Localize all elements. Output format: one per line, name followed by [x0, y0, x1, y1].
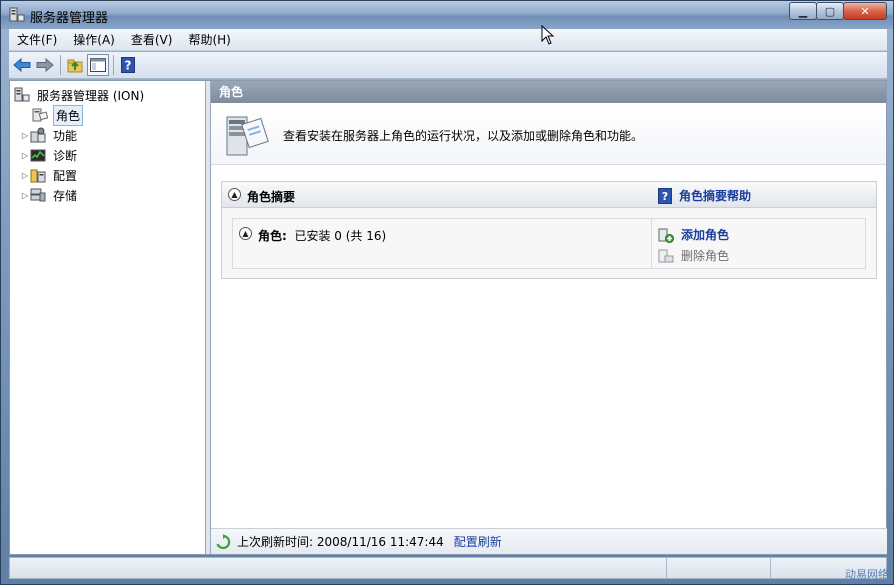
- menu-file[interactable]: 文件(F): [9, 29, 65, 51]
- roles-summary-section: ▲ 角色摘要 ? 角色摘要帮助 ▲ 角色: 已安装 0 (共 16) 添加角色 …: [221, 181, 877, 279]
- remove-roles-icon: [658, 249, 674, 262]
- maximize-button[interactable]: ▢: [816, 2, 844, 20]
- tree-item-features[interactable]: ▷ 功能: [10, 125, 205, 145]
- tree-item-storage[interactable]: ▷ 存储: [10, 185, 205, 205]
- diagnostics-icon: [30, 147, 48, 163]
- roles-count: 角色: 已安装 0 (共 16): [258, 227, 386, 244]
- up-level-button[interactable]: [64, 54, 86, 76]
- tree-root-label: 服务器管理器 (ION): [37, 88, 145, 103]
- forward-button[interactable]: [34, 54, 56, 76]
- chevron-up-icon: ▲: [242, 229, 249, 238]
- server-manager-icon: [9, 7, 25, 22]
- console-tree-icon: [90, 58, 106, 72]
- back-button[interactable]: [11, 54, 33, 76]
- roles-large-icon: [226, 116, 269, 156]
- roles-summary-header: ▲ 角色摘要 ? 角色摘要帮助: [222, 182, 876, 208]
- refresh-icon: [216, 533, 231, 549]
- configure-refresh-link[interactable]: 配置刷新: [454, 533, 502, 550]
- page-description: 查看安装在服务器上角色的运行状况，以及添加或删除角色和功能。: [283, 129, 644, 143]
- menu-view[interactable]: 查看(V): [123, 29, 181, 51]
- tree-root[interactable]: 服务器管理器 (ION): [10, 85, 205, 105]
- help-icon: ?: [121, 57, 135, 73]
- folder-up-icon: [67, 59, 83, 73]
- roles-summary-title: 角色摘要: [247, 190, 296, 204]
- forward-arrow-icon: [36, 58, 54, 72]
- remove-roles-label: 删除角色: [681, 249, 730, 263]
- watermark: 动易网络: [845, 568, 889, 581]
- minimize-button[interactable]: ▁: [789, 2, 817, 20]
- tree-item-roles[interactable]: 角色: [10, 104, 205, 126]
- window-title: 服务器管理器: [30, 11, 109, 26]
- expand-arrow-icon[interactable]: ▷: [20, 171, 30, 180]
- status-segment: [770, 558, 771, 578]
- tree-item-label: 角色: [53, 104, 84, 126]
- toolbar: ?: [9, 52, 887, 79]
- roles-count-value: 已安装 0 (共 16): [294, 229, 387, 243]
- server-icon: [14, 87, 32, 103]
- menu-action[interactable]: 操作(A): [65, 29, 123, 51]
- add-roles-label: 添加角色: [681, 228, 730, 242]
- collapse-roles-button[interactable]: ▲: [239, 227, 252, 240]
- maximize-icon: ▢: [824, 4, 836, 18]
- roles-summary-help-link[interactable]: ? 角色摘要帮助: [658, 187, 751, 204]
- add-roles-action[interactable]: 添加角色: [652, 224, 865, 245]
- storage-icon: [30, 187, 48, 203]
- roles-detail-box: ▲ 角色: 已安装 0 (共 16) 添加角色 删除角色: [232, 218, 866, 269]
- expand-arrow-icon[interactable]: ▷: [20, 191, 30, 200]
- roles-actions: 添加角色 删除角色: [651, 219, 865, 268]
- chevron-up-icon: ▲: [231, 190, 238, 199]
- refresh-footer: 上次刷新时间: 2008/11/16 11:47:44 配置刷新: [211, 528, 887, 554]
- server-manager-window: 服务器管理器 ▁ ▢ ✕ 文件(F) 操作(A) 查看(V) 帮助(H) ? 服…: [0, 0, 894, 585]
- remove-roles-action[interactable]: 删除角色: [652, 245, 865, 266]
- title-bar[interactable]: 服务器管理器 ▁ ▢ ✕: [1, 1, 893, 29]
- close-icon: ✕: [860, 4, 870, 18]
- menu-bar: 文件(F) 操作(A) 查看(V) 帮助(H): [9, 29, 887, 51]
- toolbar-separator: [60, 55, 61, 75]
- tree-item-diagnostics[interactable]: ▷ 诊断: [10, 145, 205, 165]
- add-roles-icon: [658, 228, 674, 243]
- back-arrow-icon: [13, 58, 31, 72]
- tree-item-label: 配置: [53, 168, 78, 183]
- collapse-summary-button[interactable]: ▲: [228, 188, 241, 201]
- configuration-icon: [30, 167, 48, 183]
- mouse-cursor-icon: [541, 25, 555, 45]
- show-hide-console-tree-button[interactable]: [87, 54, 109, 76]
- help-button[interactable]: ?: [117, 54, 139, 76]
- toolbar-separator: [113, 55, 114, 75]
- status-bar: [9, 557, 887, 579]
- minimize-icon: ▁: [798, 4, 808, 18]
- tree-item-configuration[interactable]: ▷ 配置: [10, 165, 205, 185]
- client-area: 服务器管理器 (ION) 角色 ▷ 功能 ▷ 诊断 ▷ 配置 ▷ 存储 角色 查…: [9, 80, 887, 555]
- roles-icon: [32, 107, 50, 123]
- expand-arrow-icon[interactable]: ▷: [20, 131, 30, 140]
- expand-arrow-icon[interactable]: ▷: [20, 151, 30, 160]
- content-pane: 角色 查看安装在服务器上角色的运行状况，以及添加或删除角色和功能。 ▲ 角色摘要…: [210, 81, 887, 554]
- status-segment: [666, 558, 667, 578]
- console-tree: 服务器管理器 (ION) 角色 ▷ 功能 ▷ 诊断 ▷ 配置 ▷ 存储: [10, 81, 206, 554]
- window-controls: ▁ ▢ ✕: [789, 2, 887, 20]
- last-refresh-time: 上次刷新时间: 2008/11/16 11:47:44: [237, 535, 444, 549]
- roles-count-label: 角色:: [258, 229, 287, 243]
- tree-item-label: 存储: [53, 188, 78, 203]
- content-header: 角色: [211, 81, 886, 103]
- close-button[interactable]: ✕: [843, 2, 887, 20]
- tree-item-label: 功能: [53, 128, 78, 143]
- menu-help[interactable]: 帮助(H): [180, 29, 238, 51]
- tree-item-label: 诊断: [53, 148, 78, 163]
- description-band: 查看安装在服务器上角色的运行状况，以及添加或删除角色和功能。: [211, 103, 886, 165]
- svg-text:?: ?: [125, 59, 132, 73]
- roles-summary-help-label: 角色摘要帮助: [679, 189, 752, 203]
- features-icon: [30, 127, 48, 143]
- help-icon: ?: [658, 187, 672, 204]
